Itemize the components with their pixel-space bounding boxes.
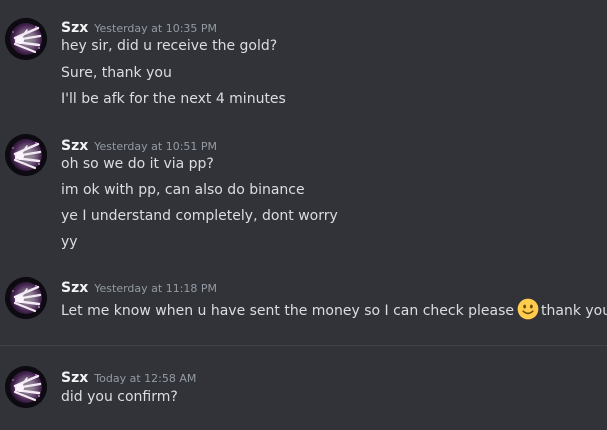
- message-header: Szx Yesterday at 11:18 PM: [61, 277, 217, 296]
- message-text: ye I understand completely, dont worry: [61, 208, 338, 224]
- message-text: I'll be afk for the next 4 minutes: [61, 91, 286, 107]
- message-text: oh so we do it via pp?: [61, 156, 214, 172]
- message-text: Sure, thank you: [61, 65, 172, 81]
- message-header: Szx Yesterday at 10:35 PM: [61, 17, 217, 36]
- avatar[interactable]: [5, 277, 47, 319]
- message-text: Let me know when u have sent the money s…: [61, 298, 607, 320]
- message-text: did you confirm?: [61, 389, 178, 405]
- avatar[interactable]: [5, 366, 47, 408]
- avatar[interactable]: [5, 18, 47, 60]
- divider: [0, 345, 607, 346]
- message-text: yy: [61, 234, 78, 250]
- timestamp[interactable]: Yesterday at 10:35 PM: [94, 22, 217, 35]
- avatar[interactable]: [5, 134, 47, 176]
- username[interactable]: Szx: [61, 20, 88, 36]
- username[interactable]: Szx: [61, 138, 88, 154]
- username[interactable]: Szx: [61, 370, 88, 386]
- message-text-part: Let me know when u have sent the money s…: [61, 303, 515, 319]
- message-header: Szx Today at 12:58 AM: [61, 367, 196, 386]
- message-text: im ok with pp, can also do binance: [61, 182, 305, 198]
- timestamp[interactable]: Today at 12:58 AM: [94, 372, 196, 385]
- username[interactable]: Szx: [61, 280, 88, 296]
- message-header: Szx Yesterday at 10:51 PM: [61, 135, 217, 154]
- timestamp[interactable]: Yesterday at 10:51 PM: [94, 140, 217, 153]
- message-text: hey sir, did u receive the gold?: [61, 38, 278, 54]
- message-text-part: thank you: [541, 303, 607, 319]
- timestamp[interactable]: Yesterday at 11:18 PM: [94, 282, 217, 295]
- slightly-smiling-face-icon[interactable]: [517, 298, 539, 320]
